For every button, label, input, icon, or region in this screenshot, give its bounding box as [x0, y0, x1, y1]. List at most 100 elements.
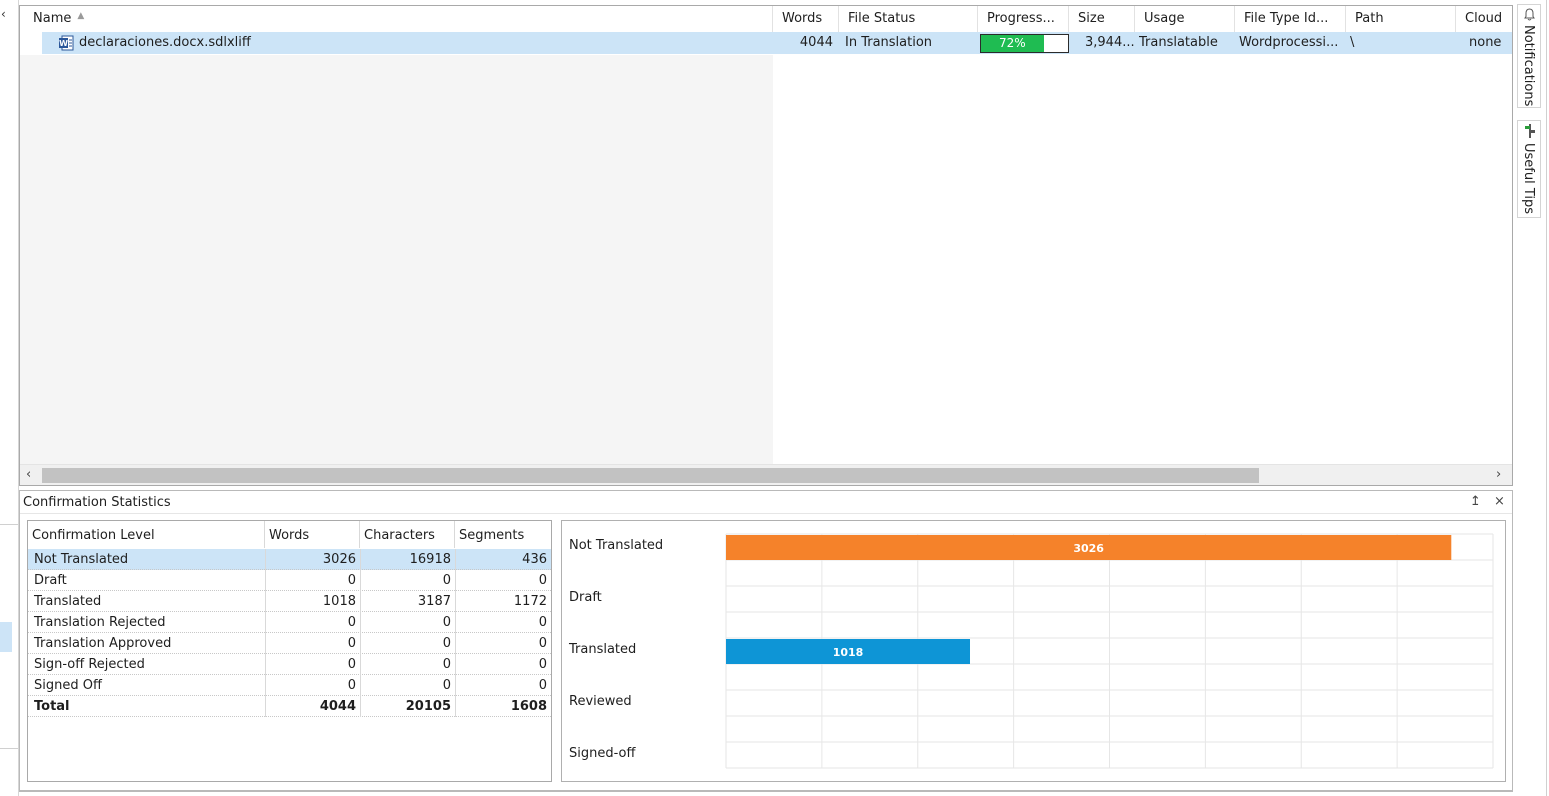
cell-characters: 20105 [405, 699, 451, 714]
tab-notifications-label: Notifications [1521, 25, 1536, 107]
column-separator [455, 591, 456, 612]
table-row[interactable]: Draft 0 0 0 [28, 570, 551, 591]
cell-characters: 0 [442, 636, 451, 651]
column-header-segments[interactable]: Segments [455, 521, 551, 548]
table-row[interactable]: Translation Rejected 0 0 0 [28, 612, 551, 633]
column-header-size[interactable]: Size [1069, 6, 1135, 32]
table-row[interactable]: Translated 1018 3187 1172 [28, 591, 551, 612]
cell-words: 0 [347, 657, 356, 672]
table-row[interactable]: Signed Off 0 0 0 [28, 675, 551, 696]
column-header-name[interactable]: Name ▲ [24, 6, 773, 32]
cell-level: Total [34, 699, 70, 714]
column-separator [455, 633, 456, 654]
cell-characters: 16918 [409, 552, 451, 567]
column-separator [360, 549, 361, 570]
column-separator [455, 696, 456, 717]
file-size: 3,944... [1085, 35, 1135, 50]
column-header-words[interactable]: Words [773, 6, 839, 32]
horizontal-scrollbar[interactable]: ‹ › [20, 464, 1512, 485]
cell-level: Sign-off Rejected [34, 657, 145, 672]
column-separator [455, 612, 456, 633]
column-separator [455, 549, 456, 570]
column-header-label: Name [33, 11, 72, 26]
column-header-usage[interactable]: Usage [1135, 6, 1235, 32]
cell-segments: 0 [538, 573, 547, 588]
cell-words: 3026 [322, 552, 356, 567]
column-header-progress[interactable]: Progress... [978, 6, 1069, 32]
left-panel-selection[interactable] [0, 622, 12, 652]
word-document-icon: W [59, 35, 74, 51]
table-row[interactable]: Translation Approved 0 0 0 [28, 633, 551, 654]
scroll-left-icon[interactable]: ‹ [26, 467, 31, 483]
close-icon[interactable]: × [1494, 494, 1505, 510]
file-path: \ [1350, 35, 1355, 50]
translation-progress-bar: 72% [980, 34, 1069, 53]
scroll-right-icon[interactable]: › [1496, 467, 1501, 483]
cell-segments: 0 [538, 636, 547, 651]
column-header-file-status[interactable]: File Status [839, 6, 978, 32]
file-row[interactable]: W declaraciones.docx.sdlxliff 4044 In Tr… [42, 32, 1512, 54]
cell-segments: 436 [522, 552, 547, 567]
cell-segments: 0 [538, 657, 547, 672]
cell-level: Translation Rejected [34, 615, 166, 630]
column-separator [360, 570, 361, 591]
column-separator [265, 612, 266, 633]
table-row[interactable]: Not Translated 3026 16918 436 [28, 549, 551, 570]
cell-level: Draft [34, 573, 67, 588]
confirmation-statistics-table: Confirmation Level Words Characters Segm… [27, 520, 552, 782]
cell-words: 0 [347, 636, 356, 651]
cell-words: 0 [347, 573, 356, 588]
svg-text:W: W [59, 39, 68, 48]
column-header-file-type[interactable]: File Type Id... [1235, 6, 1346, 32]
pin-icon[interactable]: ↥ [1470, 494, 1481, 510]
sort-ascending-icon: ▲ [77, 11, 85, 21]
signpost-icon [1525, 124, 1535, 138]
progress-fill: 72% [981, 35, 1044, 52]
confirmation-statistics-panel: Confirmation Statistics ↥ × Confirmation… [19, 490, 1513, 791]
file-cloud: none [1469, 35, 1502, 50]
grid-empty-area [20, 55, 773, 464]
right-side-tabs: Notifications Useful Tips [1513, 0, 1549, 796]
cell-characters: 0 [442, 573, 451, 588]
cell-level: Translated [34, 594, 102, 609]
column-header-label: Progress... [987, 11, 1055, 26]
column-header-label: File Status [848, 11, 916, 26]
collapse-left-icon[interactable]: ‹ [1, 8, 6, 20]
cell-level: Signed Off [34, 678, 102, 693]
column-header-cloud[interactable]: Cloud [1456, 6, 1512, 32]
cell-characters: 0 [442, 678, 451, 693]
cell-segments: 0 [538, 615, 547, 630]
panel-title-bar: Confirmation Statistics [20, 491, 1512, 514]
scrollbar-thumb[interactable] [42, 468, 1259, 483]
bar-chart: 3026 1018 [725, 533, 1494, 769]
panel-title: Confirmation Statistics [23, 495, 171, 510]
column-separator [455, 654, 456, 675]
column-separator [455, 675, 456, 696]
table-total-row[interactable]: Total 4044 20105 1608 [28, 696, 551, 717]
divider [0, 748, 18, 749]
cell-words: 0 [347, 615, 356, 630]
column-header-words[interactable]: Words [265, 521, 360, 548]
column-separator [360, 675, 361, 696]
column-separator [265, 675, 266, 696]
grid-header: Name ▲ Words File Status Progress... Size… [20, 6, 1512, 32]
column-header-confirmation-level[interactable]: Confirmation Level [28, 521, 265, 548]
cell-characters: 0 [442, 657, 451, 672]
tab-useful-tips[interactable]: Useful Tips [1517, 120, 1541, 218]
column-separator [265, 654, 266, 675]
cell-level: Translation Approved [34, 636, 172, 651]
category-label: Signed-off [569, 746, 636, 761]
file-status: In Translation [845, 35, 933, 50]
column-separator [360, 612, 361, 633]
category-label: Draft [569, 590, 602, 605]
column-separator [265, 570, 266, 591]
bar-value-label: 1018 [833, 646, 864, 659]
column-header-path[interactable]: Path [1346, 6, 1456, 32]
table-row[interactable]: Sign-off Rejected 0 0 0 [28, 654, 551, 675]
column-separator [265, 591, 266, 612]
bottom-tab-strip [19, 791, 1513, 796]
tab-notifications[interactable]: Notifications [1517, 4, 1541, 108]
column-header-characters[interactable]: Characters [360, 521, 455, 548]
left-panel-edge: ‹ [0, 0, 19, 796]
column-header-label: Size [1078, 11, 1105, 26]
